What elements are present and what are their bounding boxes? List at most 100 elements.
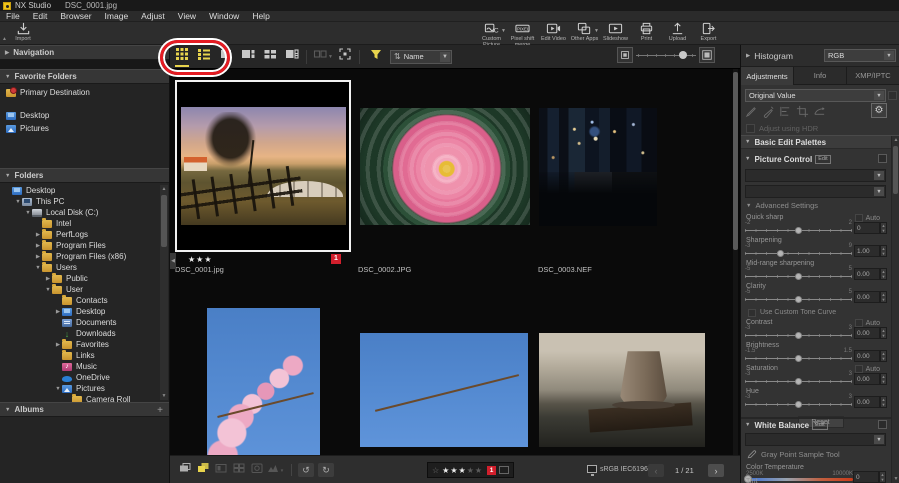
- rating-clear-icon[interactable]: ☆: [432, 466, 439, 475]
- levels-icon[interactable]: [779, 105, 792, 118]
- thumbnail-photo-dsc0002[interactable]: [360, 108, 530, 225]
- export-button[interactable]: Export: [693, 23, 724, 43]
- albums-panel-header[interactable]: ▼ Albums +: [0, 402, 169, 417]
- advanced-settings-header[interactable]: ▼ Advanced Settings: [746, 201, 818, 210]
- info-overlay-button[interactable]: [249, 463, 265, 477]
- histogram-channel-select[interactable]: RGB ▼: [824, 49, 896, 62]
- tree-item-onedrive[interactable]: OneDrive: [0, 372, 169, 383]
- slider-value[interactable]: 0.00: [854, 291, 880, 303]
- tree-item-users[interactable]: ▼Users: [0, 262, 169, 273]
- slider-value[interactable]: 1.00: [854, 245, 880, 257]
- spinner-arrows[interactable]: ▲▼: [879, 471, 886, 483]
- auto-option[interactable]: Auto: [855, 214, 880, 222]
- spinner-arrows[interactable]: ▲▼: [880, 327, 887, 339]
- redo-button[interactable]: ↻: [318, 463, 334, 477]
- upload-button[interactable]: Upload: [662, 23, 693, 43]
- expander-open-icon[interactable]: ▼: [34, 265, 42, 271]
- hdr-checkbox[interactable]: [746, 124, 755, 133]
- adjust-using-hdr-row[interactable]: Adjust using HDR: [746, 124, 818, 133]
- use-custom-tone-curve-row[interactable]: Use Custom Tone Curve: [741, 306, 899, 319]
- expander-open-icon[interactable]: ▼: [24, 210, 32, 216]
- photo-filmstrip-view-button[interactable]: [238, 47, 258, 67]
- slider-handle[interactable]: [795, 227, 802, 234]
- tree-item-music[interactable]: ♪Music: [0, 361, 169, 372]
- photo-view-button[interactable]: [216, 47, 236, 67]
- menu-browser[interactable]: Browser: [60, 11, 91, 21]
- tree-item-local-disk-c[interactable]: ▼Local Disk (C:): [0, 207, 169, 218]
- tree-item-intel[interactable]: Intel: [0, 218, 169, 229]
- favorite-desktop[interactable]: Desktop: [0, 109, 169, 122]
- grid-view-button[interactable]: [172, 47, 192, 67]
- thumbnail-photo-blossom-portrait[interactable]: [207, 308, 320, 455]
- thumbnail-photo-dsc0001[interactable]: [181, 107, 346, 225]
- expander-open-icon[interactable]: ▼: [14, 199, 22, 205]
- spinner-arrows[interactable]: ▲▼: [880, 373, 887, 385]
- tree-item-public[interactable]: ▶Public: [0, 273, 169, 284]
- next-image-button[interactable]: ›: [708, 464, 724, 477]
- slider-track[interactable]: [745, 228, 852, 234]
- slider-handle[interactable]: [795, 296, 802, 303]
- auto-checkbox[interactable]: [855, 319, 863, 327]
- tree-item-desktop[interactable]: Desktop: [0, 185, 169, 196]
- slider-track[interactable]: [745, 333, 852, 339]
- expander-closed-icon[interactable]: ▶: [34, 232, 42, 238]
- menu-help[interactable]: Help: [252, 11, 269, 21]
- slider-value[interactable]: 0.00: [854, 373, 880, 385]
- slider-track[interactable]: [745, 402, 852, 408]
- menu-view[interactable]: View: [178, 11, 196, 21]
- tree-item-program-files[interactable]: ▶Program Files: [0, 240, 169, 251]
- white-balance-checkbox[interactable]: [878, 420, 887, 429]
- slider-handle[interactable]: [795, 355, 802, 362]
- multi-image-button[interactable]: [231, 463, 247, 477]
- picture-control-select-1[interactable]: ▼: [745, 169, 886, 182]
- scrollbar-thumb[interactable]: [733, 72, 738, 250]
- thumbnail-photo-bucket[interactable]: [539, 333, 705, 447]
- navigation-panel-header[interactable]: ▶ Navigation: [0, 45, 169, 60]
- expander-open-icon[interactable]: ▼: [54, 386, 62, 392]
- thumbnail-size-slider[interactable]: [636, 48, 696, 62]
- slider-handle[interactable]: [795, 332, 802, 339]
- menu-edit[interactable]: Edit: [33, 11, 48, 21]
- menu-image[interactable]: Image: [105, 11, 129, 21]
- slider-value[interactable]: 0.00: [854, 268, 880, 280]
- tree-item-documents[interactable]: Documents: [0, 317, 169, 328]
- small-thumbnail-icon[interactable]: [617, 47, 633, 63]
- print-button[interactable]: Print: [631, 23, 662, 43]
- toolbar-collapse-icon[interactable]: ▲: [2, 36, 7, 42]
- adjustment-preset-select[interactable]: Original Value ▼: [745, 89, 886, 102]
- folders-panel-header[interactable]: ▼ Folders: [0, 168, 169, 183]
- compare-button[interactable]: ▼: [313, 47, 333, 67]
- sort-dropdown[interactable]: ⇅Name▼: [390, 50, 452, 64]
- expander-open-icon[interactable]: ▼: [44, 287, 52, 293]
- tree-item-desktop[interactable]: ▶Desktop: [0, 306, 169, 317]
- undo-button[interactable]: ↺: [298, 463, 314, 477]
- tab-xmp-iptc[interactable]: XMP/IPTC: [847, 67, 899, 85]
- folder-tree-scrollbar[interactable]: ▲ ▼: [160, 185, 168, 400]
- slider-track[interactable]: [745, 274, 852, 280]
- menu-window[interactable]: Window: [209, 11, 239, 21]
- add-album-button[interactable]: +: [157, 405, 163, 416]
- large-thumbnail-icon[interactable]: [699, 47, 715, 63]
- slider-handle[interactable]: [795, 273, 802, 280]
- auto-option[interactable]: Auto: [855, 365, 880, 373]
- white-balance-select[interactable]: ▼: [745, 433, 886, 446]
- spinner-arrows[interactable]: ▲▼: [880, 396, 887, 408]
- slider-knob[interactable]: [679, 51, 687, 59]
- tree-item-program-files-x86[interactable]: ▶Program Files (x86): [0, 251, 169, 262]
- spinner-arrows[interactable]: ▲▼: [880, 268, 887, 280]
- scroll-down-icon[interactable]: ▼: [160, 392, 168, 400]
- tree-item-links[interactable]: Links: [0, 350, 169, 361]
- slider-value[interactable]: 0.00: [854, 396, 880, 408]
- gray-point-sample-tool[interactable]: Gray Point Sample Tool: [747, 449, 840, 459]
- slideshow-button[interactable]: Slideshow: [600, 23, 631, 43]
- other-apps-button[interactable]: ▼Other Apps: [569, 23, 600, 43]
- picture-control-checkbox[interactable]: [878, 154, 887, 163]
- right-panel-scrollbar[interactable]: ▲ ▼: [891, 136, 899, 483]
- tab-adjustments[interactable]: Adjustments: [741, 67, 794, 85]
- slider-track[interactable]: [745, 297, 852, 303]
- retouch-brush-icon[interactable]: [762, 105, 775, 118]
- versions-button[interactable]: [177, 463, 193, 477]
- scroll-down-icon[interactable]: ▼: [892, 475, 899, 483]
- tone-curve-checkbox[interactable]: [748, 309, 756, 317]
- favorite-primary-destination[interactable]: Primary Destination: [0, 86, 169, 99]
